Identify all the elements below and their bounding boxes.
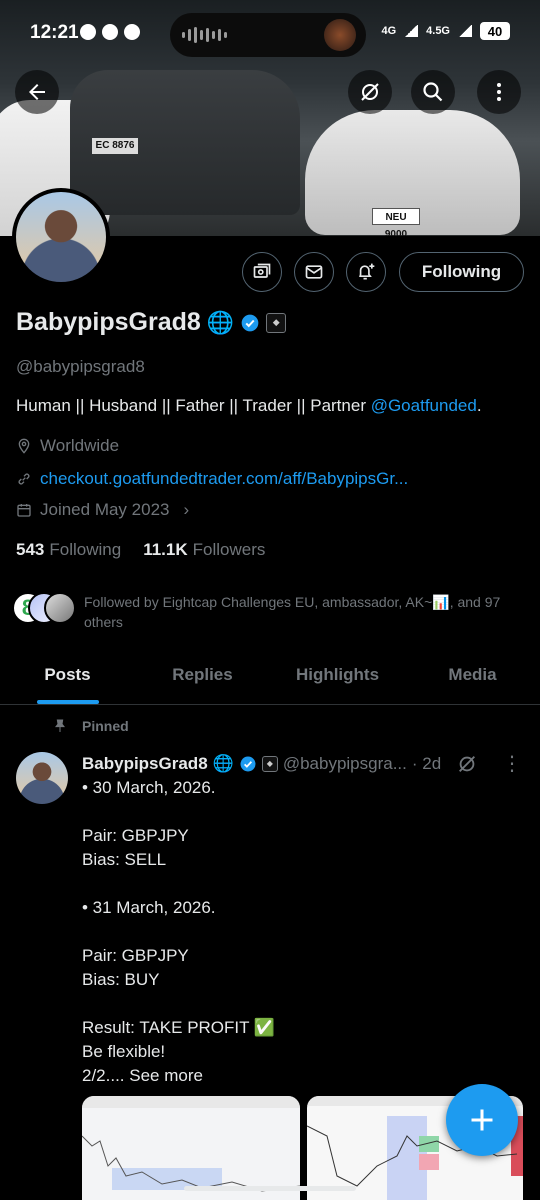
post-more-icon[interactable]: ⋮ (502, 751, 522, 776)
verified-badge-icon[interactable] (240, 313, 260, 333)
chevron-right-icon: › (183, 500, 190, 519)
display-name: BabypipsGrad8 (16, 308, 201, 336)
bell-plus-icon (359, 263, 375, 280)
follower-avatar-ak (44, 592, 76, 624)
follow-stats: 543 Following 11.1K Followers (16, 540, 265, 560)
affiliate-badge-icon: ◆ (261, 755, 278, 772)
grok-icon (361, 83, 379, 101)
affiliate-badge-icon[interactable]: ◆ (266, 312, 287, 333)
post-header: BabypipsGrad8 🌐 ◆ @babypipsgra... · 2d ⋮ (82, 751, 522, 776)
followed-by-avatars: 8 (12, 592, 76, 626)
website-row: checkout.goatfundedtrader.com/aff/Babypi… (16, 469, 408, 489)
profile-avatar[interactable] (12, 188, 110, 286)
bio-end: . (476, 396, 482, 415)
notification-icons (80, 24, 140, 40)
calendar-icon (17, 504, 31, 517)
location-text: Worldwide (40, 436, 120, 455)
globe-emoji: 🌐 (206, 309, 235, 335)
signal-icon-2 (458, 25, 472, 37)
post-author-name[interactable]: BabypipsGrad8 (82, 754, 208, 774)
profile-bio: Human || Husband || Father || Trader || … (16, 396, 482, 416)
network-45g: 4.5G (426, 25, 450, 37)
banner-plate-right: NEU 9000 (372, 208, 420, 236)
post-avatar[interactable] (16, 752, 68, 804)
tab-highlights[interactable]: Highlights (270, 655, 405, 704)
status-bar: 12:21 4G 4.5G 40 (0, 0, 540, 58)
battery-icon: 40 (480, 22, 510, 40)
post-author-handle[interactable]: @babypipsgra... (283, 754, 407, 774)
more-button[interactable] (477, 70, 521, 114)
audio-wave-icon (182, 27, 227, 43)
arrow-left-icon (29, 84, 45, 100)
following-button[interactable]: Following (399, 252, 524, 292)
media-thumbnail (324, 19, 356, 51)
tab-posts[interactable]: Posts (0, 655, 135, 704)
money-icon (253, 263, 271, 278)
post-text[interactable]: • 30 March, 2026. Pair: GBPJPY Bias: SEL… (82, 776, 502, 1088)
notify-button[interactable] (346, 252, 386, 292)
profile-tabs: Posts Replies Highlights Media (0, 655, 540, 705)
following-stat[interactable]: 543 Following (16, 540, 121, 560)
followed-by-row[interactable]: 8 Followed by Eightcap Challenges EU, am… (12, 592, 524, 632)
verified-badge-icon (240, 756, 256, 771)
followers-stat[interactable]: 11.1K Followers (143, 540, 265, 560)
subscribe-button[interactable] (242, 252, 282, 292)
pin-icon (55, 719, 65, 732)
profile-handle: @babypipsgrad8 (16, 357, 145, 376)
banner-plate-left: EC 8876 (92, 138, 138, 154)
location-row: Worldwide (16, 436, 119, 456)
search-button[interactable] (411, 70, 455, 114)
tab-media[interactable]: Media (405, 655, 540, 704)
joined-text: Joined May 2023 (40, 500, 170, 519)
grok-button[interactable] (348, 70, 392, 114)
status-time: 12:21 (30, 22, 79, 43)
snapchat-icon (102, 24, 118, 40)
display-name-row: BabypipsGrad8 🌐 ◆ (16, 308, 287, 337)
back-button[interactable] (15, 70, 59, 114)
search-icon (423, 82, 443, 102)
location-pin-icon (18, 438, 30, 454)
status-right: 4G 4.5G 40 (381, 22, 510, 40)
plus-icon (471, 1109, 493, 1131)
discord-icon (124, 24, 140, 40)
whatsapp-icon (80, 24, 96, 40)
pinned-label: Pinned (82, 718, 129, 734)
network-4g: 4G (381, 25, 397, 37)
post-media-chart-1[interactable] (82, 1096, 300, 1200)
chart-screenshot-1 (82, 1096, 300, 1192)
joined-row[interactable]: Joined May 2023 › (16, 500, 189, 520)
home-indicator[interactable] (184, 1186, 356, 1191)
grok-icon[interactable] (456, 753, 478, 775)
tab-replies[interactable]: Replies (135, 655, 270, 704)
followed-by-text: Followed by Eightcap Challenges EU, amba… (84, 594, 501, 630)
dynamic-island[interactable] (170, 13, 366, 57)
website-link[interactable]: checkout.goatfundedtrader.com/aff/Babypi… (40, 469, 408, 489)
envelope-icon (305, 265, 323, 279)
bio-mention-link[interactable]: @Goatfunded (371, 396, 477, 415)
compose-button[interactable] (446, 1084, 518, 1156)
signal-icon (404, 25, 419, 37)
message-button[interactable] (294, 252, 334, 292)
bio-text: Human || Husband || Father || Trader || … (16, 396, 371, 415)
post-time: · 2d (411, 753, 442, 773)
more-vertical-icon (497, 83, 501, 101)
post-author-emoji: 🌐 (212, 753, 234, 773)
pinned-label-row: Pinned (52, 718, 129, 734)
see-more-link[interactable]: See more (129, 1066, 203, 1085)
link-icon (18, 473, 30, 485)
